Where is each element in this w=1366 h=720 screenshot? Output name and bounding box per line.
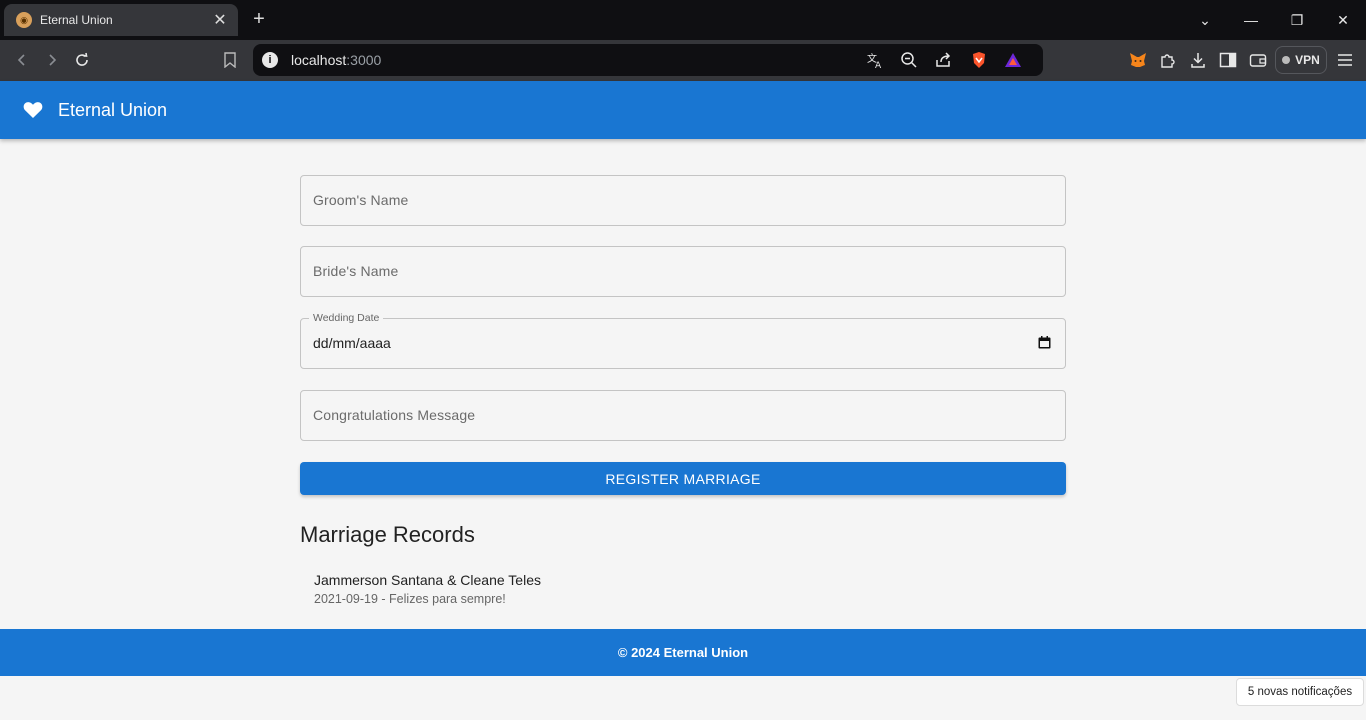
calendar-icon[interactable] <box>1038 336 1051 349</box>
url-text: localhost:3000 <box>291 52 382 68</box>
notification-toast[interactable]: 5 novas notificações <box>1236 678 1364 706</box>
close-window-icon[interactable]: ✕ <box>1320 12 1366 29</box>
register-marriage-button[interactable]: REGISTER MARRIAGE <box>300 462 1066 495</box>
translate-icon[interactable]: 文A <box>865 50 885 70</box>
new-tab-icon[interactable]: + <box>250 8 268 30</box>
window-controls: ⌄ — ❐ ✕ <box>1182 0 1366 40</box>
message-placeholder: Congratulations Message <box>313 407 476 423</box>
svg-text:A: A <box>875 61 882 69</box>
download-icon[interactable] <box>1187 49 1209 71</box>
groom-name-input[interactable]: Groom's Name <box>300 175 1066 226</box>
wedding-date-label: Wedding Date <box>309 312 384 324</box>
records-heading: Marriage Records <box>300 522 475 547</box>
bride-name-placeholder: Bride's Name <box>313 263 399 279</box>
minimize-icon[interactable]: — <box>1228 12 1274 28</box>
record-detail: 2021-09-19 - Felizes para sempre! <box>314 592 506 606</box>
share-icon[interactable] <box>933 50 953 70</box>
browser-tab-bar: ◉ Eternal Union ✕ + ⌄ — ❐ ✕ <box>0 0 1366 40</box>
congratulations-message-input[interactable]: Congratulations Message <box>300 390 1066 441</box>
wedding-date-value: dd/mm/aaaa <box>313 335 391 351</box>
zoom-icon[interactable] <box>899 50 919 70</box>
tab-favicon-icon: ◉ <box>16 12 32 28</box>
groom-name-placeholder: Groom's Name <box>313 192 409 208</box>
menu-icon[interactable] <box>1334 49 1356 71</box>
bride-name-input[interactable]: Bride's Name <box>300 246 1066 297</box>
tab-search-icon[interactable]: ⌄ <box>1182 12 1228 29</box>
close-tab-icon[interactable]: ✕ <box>212 10 228 30</box>
app-header: Eternal Union <box>0 81 1366 139</box>
browser-tab[interactable]: ◉ Eternal Union ✕ <box>4 4 238 36</box>
vpn-label: VPN <box>1295 53 1320 67</box>
brave-rewards-icon[interactable] <box>1003 50 1023 70</box>
extensions-icon[interactable] <box>1157 49 1179 71</box>
address-bar[interactable]: i localhost:3000 文A <box>253 44 1043 76</box>
sidebar-toggle-icon[interactable] <box>1217 49 1239 71</box>
site-info-icon[interactable]: i <box>262 52 278 68</box>
forward-icon[interactable] <box>41 49 63 71</box>
back-icon[interactable] <box>11 49 33 71</box>
metamask-icon[interactable] <box>1127 49 1149 71</box>
wedding-date-input[interactable]: Wedding Date dd/mm/aaaa <box>300 312 1066 369</box>
notification-text: 5 novas notificações <box>1247 686 1353 698</box>
brave-shields-icon[interactable] <box>969 50 989 70</box>
vpn-button[interactable]: VPN <box>1275 46 1327 74</box>
vpn-status-icon <box>1282 56 1291 64</box>
tab-title: Eternal Union <box>40 13 113 27</box>
footer-text: © 2024 Eternal Union <box>617 645 749 660</box>
heart-icon <box>23 102 43 118</box>
wallet-icon[interactable] <box>1247 49 1269 71</box>
restore-icon[interactable]: ❐ <box>1274 12 1320 29</box>
browser-toolbar: i localhost:3000 文A VPN <box>0 40 1366 81</box>
app-footer: © 2024 Eternal Union <box>0 629 1366 676</box>
reload-icon[interactable] <box>71 49 93 71</box>
bookmark-icon[interactable] <box>219 49 241 71</box>
record-names: Jammerson Santana & Cleane Teles <box>314 572 541 588</box>
app-title: Eternal Union <box>58 100 168 120</box>
